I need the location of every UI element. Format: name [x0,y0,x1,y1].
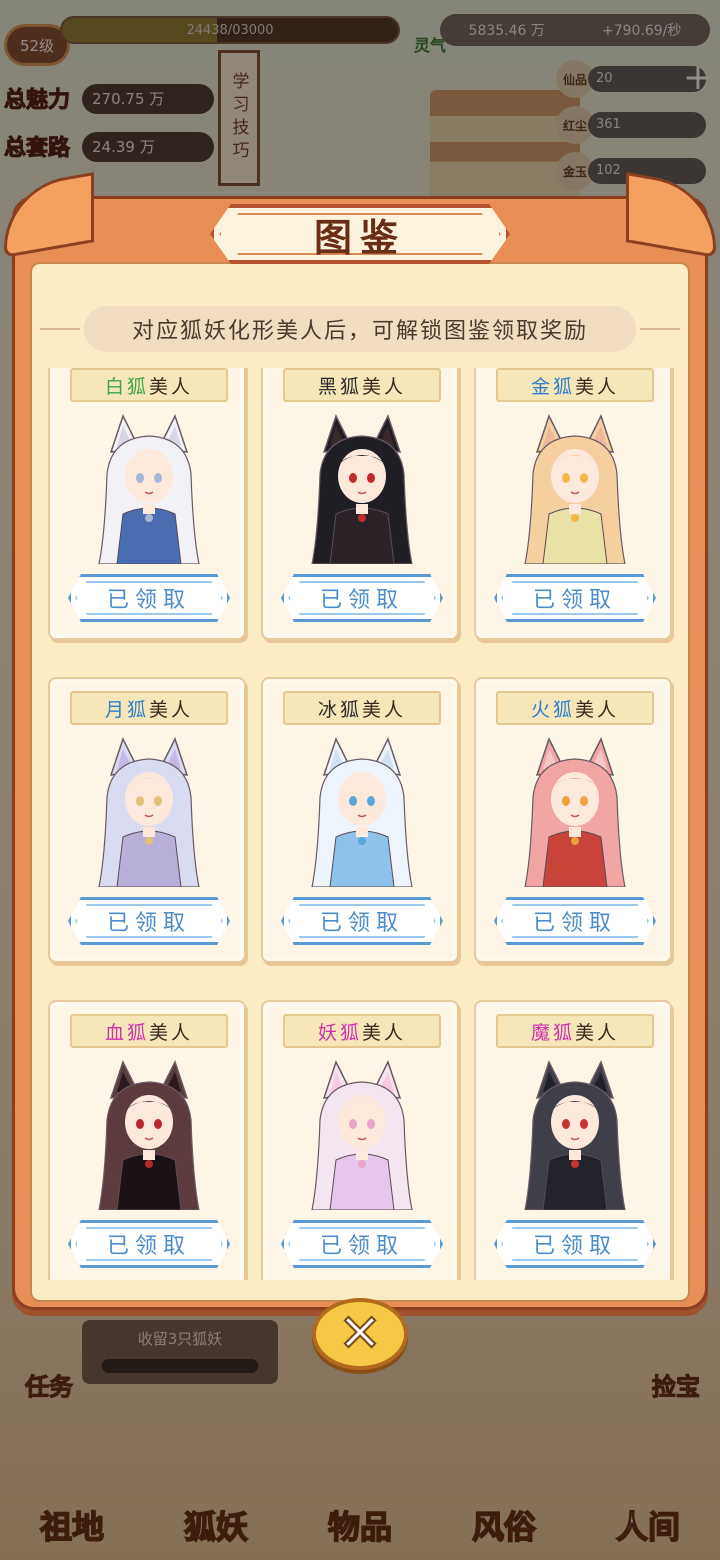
claimed-button[interactable]: 已领取 [68,574,230,622]
claimed-button-label: 已领取 [106,1234,191,1259]
claimed-button[interactable]: 已领取 [281,897,443,945]
fox-suffix-label: 美人 [362,698,407,721]
card-title: 血狐 美人 [70,1014,228,1048]
card-title: 黑狐 美人 [283,368,441,402]
claimed-button[interactable]: 已领取 [281,574,443,622]
fox-suffix-label: 美人 [575,698,620,721]
claimed-button-label: 已领取 [106,911,191,936]
claimed-button[interactable]: 已领取 [68,897,230,945]
claimed-button-label: 已领取 [532,1234,617,1259]
fox-type-label: 白狐 [104,375,149,398]
fox-suffix-label: 美人 [575,1021,620,1044]
hint-banner: 对应狐妖化形美人后，可解锁图鉴领取奖励 [84,306,636,352]
moon-fox-beauty-portrait [89,737,209,888]
white-fox-beauty-portrait [89,414,209,565]
fox-type-label: 黑狐 [317,375,362,398]
claimed-button-label: 已领取 [319,911,404,936]
claimed-button[interactable]: 已领取 [494,897,656,945]
fox-type-label: 金狐 [530,375,575,398]
blood-fox-beauty-portrait [89,1060,209,1211]
card-title: 白狐 美人 [70,368,228,402]
fox-type-label: 冰狐 [317,698,362,721]
claimed-button-label: 已领取 [106,588,191,613]
close-icon: ✕ [337,1303,383,1365]
fox-suffix-label: 美人 [575,375,620,398]
card-title: 金狐 美人 [496,368,654,402]
fox-type-label: 妖狐 [317,1021,362,1044]
black-fox-beauty-portrait [302,414,422,565]
collection-card: 血狐 美人 已领取 [48,1000,246,1280]
collection-card: 金狐 美人 已领取 [474,368,672,640]
claimed-button-label: 已领取 [319,588,404,613]
ice-fox-beauty-portrait [302,737,422,888]
card-title: 火狐 美人 [496,691,654,725]
fire-fox-beauty-portrait [515,737,635,888]
card-title: 冰狐 美人 [283,691,441,725]
claimed-button-label: 已领取 [532,588,617,613]
collection-card: 月狐 美人 已领取 [48,677,246,963]
card-title: 魔狐 美人 [496,1014,654,1048]
claimed-button-label: 已领取 [532,911,617,936]
claimed-button[interactable]: 已领取 [494,1220,656,1268]
fox-suffix-label: 美人 [362,1021,407,1044]
fox-type-label: 月狐 [104,698,149,721]
demon-fox-beauty-portrait [302,1060,422,1211]
fox-suffix-label: 美人 [149,1021,194,1044]
fox-type-label: 血狐 [104,1021,149,1044]
golden-fox-beauty-portrait [515,414,635,565]
collection-card: 魔狐 美人 已领取 [474,1000,672,1280]
modal-title-plate: 图鉴 [210,204,510,264]
claimed-button-label: 已领取 [319,1234,404,1259]
fox-type-label: 火狐 [530,698,575,721]
collection-card: 火狐 美人 已领取 [474,677,672,963]
fox-suffix-label: 美人 [149,375,194,398]
card-title: 月狐 美人 [70,691,228,725]
hint-deco-left [40,328,80,330]
claimed-button[interactable]: 已领取 [494,574,656,622]
collection-card: 妖狐 美人 已领取 [261,1000,459,1280]
modal-title: 图鉴 [313,215,406,260]
collection-card: 白狐 美人 已领取 [48,368,246,640]
fox-type-label: 魔狐 [530,1021,575,1044]
claimed-button[interactable]: 已领取 [281,1220,443,1268]
collection-card: 黑狐 美人 已领取 [261,368,459,640]
card-grid[interactable]: 白狐 美人 已领取 黑狐 美人 已领取 金狐 美人 已领取 月狐 美人 已领取 … [30,368,690,1280]
claimed-button[interactable]: 已领取 [68,1220,230,1268]
card-title: 妖狐 美人 [283,1014,441,1048]
devil-fox-beauty-portrait [515,1060,635,1211]
fox-suffix-label: 美人 [362,375,407,398]
fox-suffix-label: 美人 [149,698,194,721]
collection-card: 冰狐 美人 已领取 [261,677,459,963]
hint-deco-right [640,328,680,330]
close-button[interactable]: ✕ [312,1298,408,1370]
